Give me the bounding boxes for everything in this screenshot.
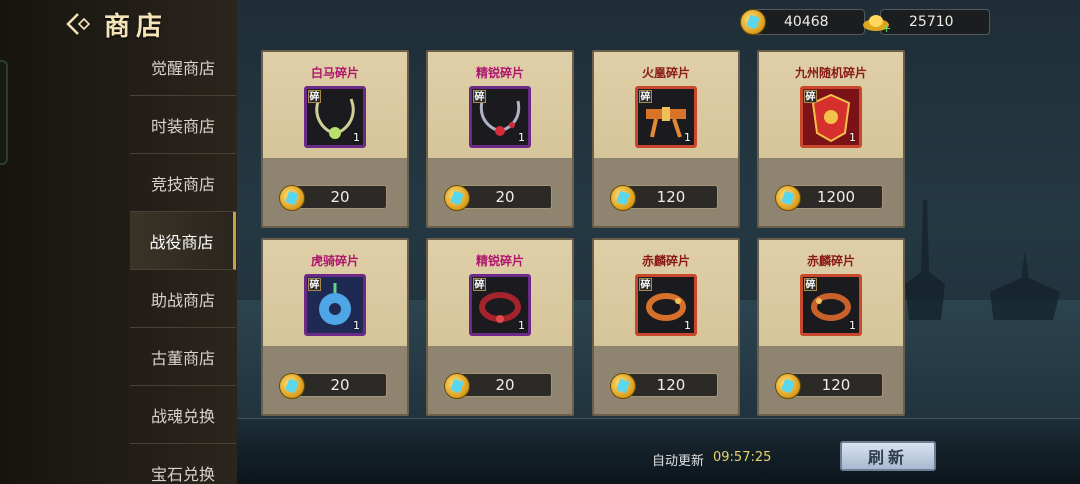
shop-menu: 觉醒商店 时装商店 竞技商店 战役商店 助战商店 古董商店 战魂兑换 宝石兑换	[130, 38, 236, 484]
item-slot[interactable]: 碎 1	[304, 86, 366, 148]
coin-balance-value: 40468	[784, 14, 829, 30]
item-name: 精锐碎片	[475, 66, 524, 80]
item-name: 白马碎片	[310, 66, 359, 80]
coin-icon	[775, 185, 801, 211]
auto-refresh-label: 自动更新	[652, 454, 705, 469]
price-value: 20	[330, 376, 350, 394]
refresh-button[interactable]: 刷新	[840, 441, 936, 471]
auto-refresh-timer: 09:57:25	[713, 450, 772, 465]
sidebar-item-antique-shop[interactable]: 古董商店	[130, 328, 236, 386]
background-ship	[905, 200, 945, 320]
item-slot[interactable]: 碎 1	[635, 274, 697, 336]
sidebar: 商店 觉醒商店 时装商店 竞技商店 战役商店 助战商店 古董商店 战魂兑换 宝石…	[0, 0, 237, 484]
shop-item-card[interactable]: 精锐碎片 碎 1 20	[426, 238, 574, 416]
coin-icon	[610, 373, 636, 399]
item-slot[interactable]: 碎 1	[304, 274, 366, 336]
fragment-badge: 碎	[473, 90, 486, 103]
price-tag[interactable]: 20	[293, 185, 387, 209]
item-quantity: 1	[518, 319, 525, 332]
item-quantity: 1	[518, 131, 525, 144]
sidebar-item-fashion-shop[interactable]: 时装商店	[130, 96, 236, 154]
fragment-badge: 碎	[804, 278, 817, 291]
item-name: 精锐碎片	[475, 254, 524, 268]
item-name: 赤麟碎片	[806, 254, 855, 268]
item-name: 虎骑碎片	[310, 254, 359, 268]
fragment-badge: 碎	[308, 278, 321, 291]
fragment-badge: 碎	[804, 90, 817, 103]
shop-item-card[interactable]: 赤麟碎片 碎 1 120	[592, 238, 740, 416]
item-quantity: 1	[684, 319, 691, 332]
back-arrow-icon[interactable]	[64, 10, 92, 38]
fragment-badge: 碎	[639, 90, 652, 103]
svg-text:+: +	[882, 22, 891, 33]
price-value: 120	[656, 376, 686, 394]
price-value: 20	[495, 188, 515, 206]
sidebar-item-arena-shop[interactable]: 竞技商店	[130, 154, 236, 212]
sidebar-item-warsoul-exchange[interactable]: 战魂兑换	[130, 386, 236, 444]
item-quantity: 1	[684, 131, 691, 144]
coin-icon	[610, 185, 636, 211]
shop-item-card[interactable]: 虎骑碎片 碎 1 20	[261, 238, 409, 416]
item-name: 赤麟碎片	[641, 254, 690, 268]
item-slot[interactable]: 碎 1	[800, 86, 862, 148]
ingot-balance-value: 25710	[909, 14, 954, 30]
item-slot[interactable]: 碎 1	[469, 274, 531, 336]
fragment-badge: 碎	[473, 278, 486, 291]
price-tag[interactable]: 1200	[789, 185, 883, 209]
price-tag[interactable]: 120	[624, 373, 718, 397]
sidebar-item-campaign-shop[interactable]: 战役商店	[130, 212, 236, 270]
price-tag[interactable]: 20	[458, 373, 552, 397]
item-quantity: 1	[353, 131, 360, 144]
coin-balance: 40468	[753, 9, 865, 35]
shop-item-card[interactable]: 赤麟碎片 碎 1 120	[757, 238, 905, 416]
price-value: 20	[330, 188, 350, 206]
price-tag[interactable]: 120	[624, 185, 718, 209]
price-tag[interactable]: 20	[458, 185, 552, 209]
price-value: 120	[656, 188, 686, 206]
sidebar-item-awaken-shop[interactable]: 觉醒商店	[130, 38, 236, 96]
coin-icon	[279, 373, 305, 399]
sidebar-edge-tab[interactable]	[0, 60, 8, 165]
item-quantity: 1	[353, 319, 360, 332]
shop-item-card[interactable]: 精锐碎片 碎 1 20	[426, 50, 574, 228]
sidebar-item-support-shop[interactable]: 助战商店	[130, 270, 236, 328]
item-slot[interactable]: 碎 1	[469, 86, 531, 148]
price-tag[interactable]: 20	[293, 373, 387, 397]
ingot-balance: 25710	[880, 9, 990, 35]
gold-ingot-icon: +	[862, 11, 892, 35]
coin-icon	[444, 373, 470, 399]
price-tag[interactable]: 120	[789, 373, 883, 397]
coin-icon	[444, 185, 470, 211]
item-slot[interactable]: 碎 1	[800, 274, 862, 336]
shop-item-card[interactable]: 白马碎片 碎 1 20	[261, 50, 409, 228]
item-slot[interactable]: 碎 1	[635, 86, 697, 148]
sidebar-item-gem-exchange[interactable]: 宝石兑换	[130, 444, 236, 484]
coin-icon	[740, 9, 766, 35]
shop-item-card[interactable]: 九州随机碎片 碎 1 1200	[757, 50, 905, 228]
shop-item-card[interactable]: 火凰碎片 碎 1 120	[592, 50, 740, 228]
coin-icon	[279, 185, 305, 211]
fragment-badge: 碎	[308, 90, 321, 103]
item-name: 九州随机碎片	[794, 66, 867, 80]
background-ship	[990, 250, 1060, 320]
coin-icon	[775, 373, 801, 399]
item-quantity: 1	[849, 131, 856, 144]
price-value: 120	[821, 376, 851, 394]
item-name: 火凰碎片	[641, 66, 690, 80]
price-value: 1200	[816, 188, 856, 206]
item-quantity: 1	[849, 319, 856, 332]
price-value: 20	[495, 376, 515, 394]
fragment-badge: 碎	[639, 278, 652, 291]
